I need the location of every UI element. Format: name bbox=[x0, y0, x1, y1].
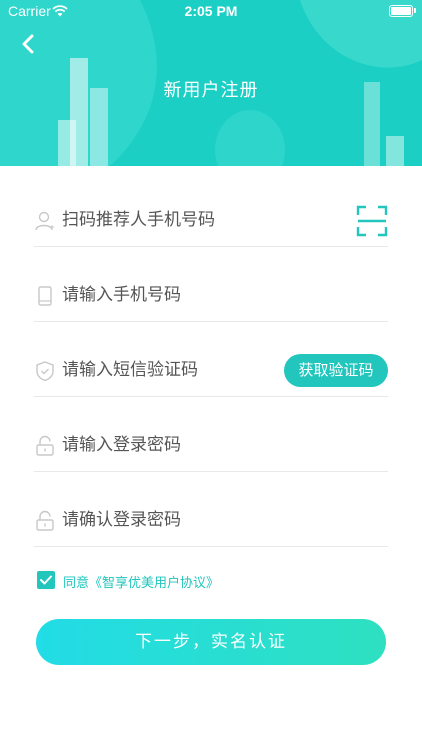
sms-code-input[interactable] bbox=[62, 354, 262, 386]
password-field bbox=[34, 421, 388, 472]
header: Carrier 2:05 PM 新用户注册 bbox=[0, 0, 422, 166]
referrer-field bbox=[34, 196, 388, 247]
agreement-checkbox[interactable] bbox=[37, 571, 55, 589]
get-code-button[interactable]: 获取验证码 bbox=[284, 354, 388, 387]
phone-input[interactable] bbox=[62, 279, 362, 311]
back-icon bbox=[22, 34, 34, 54]
phone-field bbox=[34, 271, 388, 322]
scan-icon bbox=[356, 205, 388, 237]
check-icon bbox=[40, 575, 52, 585]
confirm-password-field bbox=[34, 496, 388, 547]
battery-tip bbox=[414, 8, 416, 13]
referrer-phone-input[interactable] bbox=[62, 204, 342, 236]
scan-button[interactable] bbox=[356, 205, 388, 237]
time-label: 2:05 PM bbox=[184, 3, 238, 19]
lock-icon bbox=[34, 510, 56, 532]
phone-icon bbox=[34, 285, 56, 307]
battery-icon bbox=[389, 5, 413, 17]
password-input[interactable] bbox=[62, 429, 362, 461]
agreement-link[interactable]: 同意《智享优美用户协议》 bbox=[63, 572, 219, 591]
confirm-password-input[interactable] bbox=[62, 504, 362, 536]
shield-icon bbox=[34, 360, 56, 382]
user-icon bbox=[34, 210, 56, 232]
page-title: 新用户注册 bbox=[163, 80, 259, 101]
sms-code-field: 获取验证码 bbox=[34, 346, 388, 397]
back-button[interactable] bbox=[14, 30, 44, 60]
lock-icon bbox=[34, 435, 56, 457]
status-bar: Carrier 2:05 PM bbox=[0, 0, 422, 22]
next-step-button[interactable]: 下一步，实名认证 bbox=[36, 619, 386, 665]
